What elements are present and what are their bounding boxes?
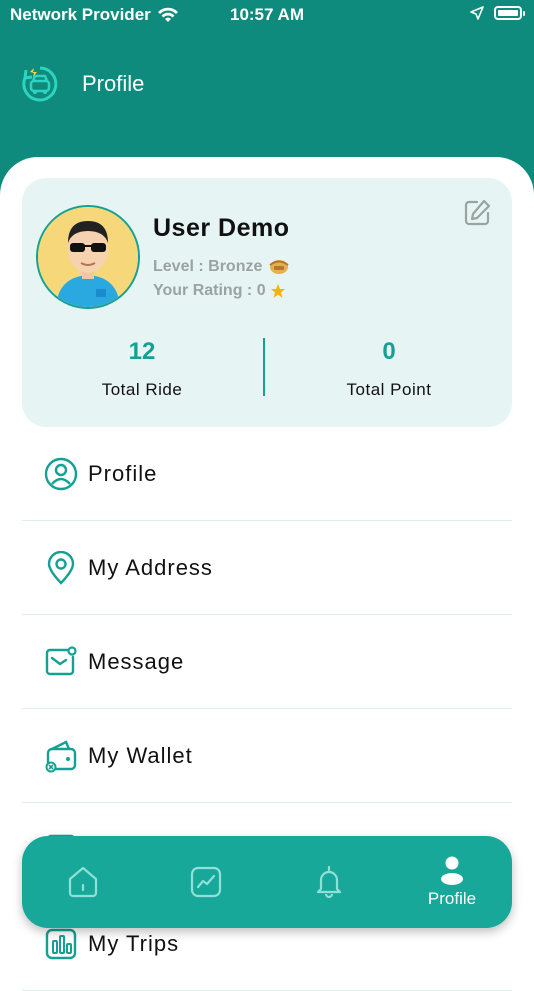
page-title: Profile — [82, 71, 145, 96]
bell-icon — [316, 865, 342, 899]
status-bar: Network Provider 10:57 AM — [0, 0, 534, 32]
stat-total-ride: 12 Total Ride — [42, 338, 242, 400]
wallet-icon — [44, 739, 78, 773]
menu-label-my-address: My Address — [88, 554, 213, 580]
menu-item-message[interactable]: Message — [22, 615, 512, 709]
nav-activity[interactable] — [156, 836, 256, 928]
bottom-navigation: Profile — [22, 836, 512, 928]
avatar-illustration — [38, 207, 138, 307]
status-right — [470, 6, 525, 20]
menu-label-message: Message — [88, 648, 185, 674]
app-bar: Profile — [20, 64, 144, 104]
menu-item-profile[interactable]: Profile — [22, 427, 512, 521]
nav-notifications[interactable] — [279, 836, 379, 928]
menu-label-my-wallet: My Wallet — [88, 742, 193, 768]
location-arrow-icon — [470, 6, 484, 20]
chart-icon — [190, 866, 222, 898]
menu-item-my-address[interactable]: My Address — [22, 521, 512, 615]
nav-profile-label: Profile — [427, 889, 477, 908]
person-icon — [441, 856, 463, 885]
menu-label-profile: Profile — [88, 460, 158, 486]
user-circle-icon — [44, 457, 78, 491]
location-pin-icon — [44, 550, 78, 585]
nav-home[interactable] — [33, 836, 133, 928]
bronze-badge-icon — [269, 260, 289, 274]
avatar[interactable] — [36, 205, 140, 309]
stats-divider — [263, 338, 265, 396]
user-name: User Demo — [153, 214, 290, 242]
user-rating: Your Rating : 0 — [153, 282, 286, 300]
rating-text: Your Rating : 0 — [153, 282, 266, 299]
user-level: Level : Bronze — [153, 258, 290, 276]
edit-profile-button[interactable] — [462, 198, 492, 228]
nav-profile[interactable]: Profile — [402, 836, 502, 928]
app-logo-icon — [22, 66, 58, 102]
level-text: Level : Bronze — [153, 258, 263, 275]
total-point-value: 0 — [382, 338, 396, 365]
status-time: 10:57 AM — [229, 5, 304, 24]
message-icon — [44, 645, 78, 679]
edit-icon — [464, 199, 491, 226]
battery-icon — [494, 6, 525, 20]
star-icon — [270, 284, 285, 298]
trips-icon — [44, 927, 78, 961]
total-point-label: Total Point — [346, 380, 432, 399]
menu-label-my-trips: My Trips — [88, 930, 180, 956]
menu-item-my-wallet[interactable]: My Wallet — [22, 709, 512, 803]
profile-card: User Demo Level : Bronze Your Rating : 0… — [22, 178, 512, 427]
home-icon — [68, 866, 98, 898]
total-ride-value: 12 — [128, 338, 156, 365]
stat-total-point: 0 Total Point — [289, 338, 489, 400]
total-ride-label: Total Ride — [101, 380, 183, 399]
